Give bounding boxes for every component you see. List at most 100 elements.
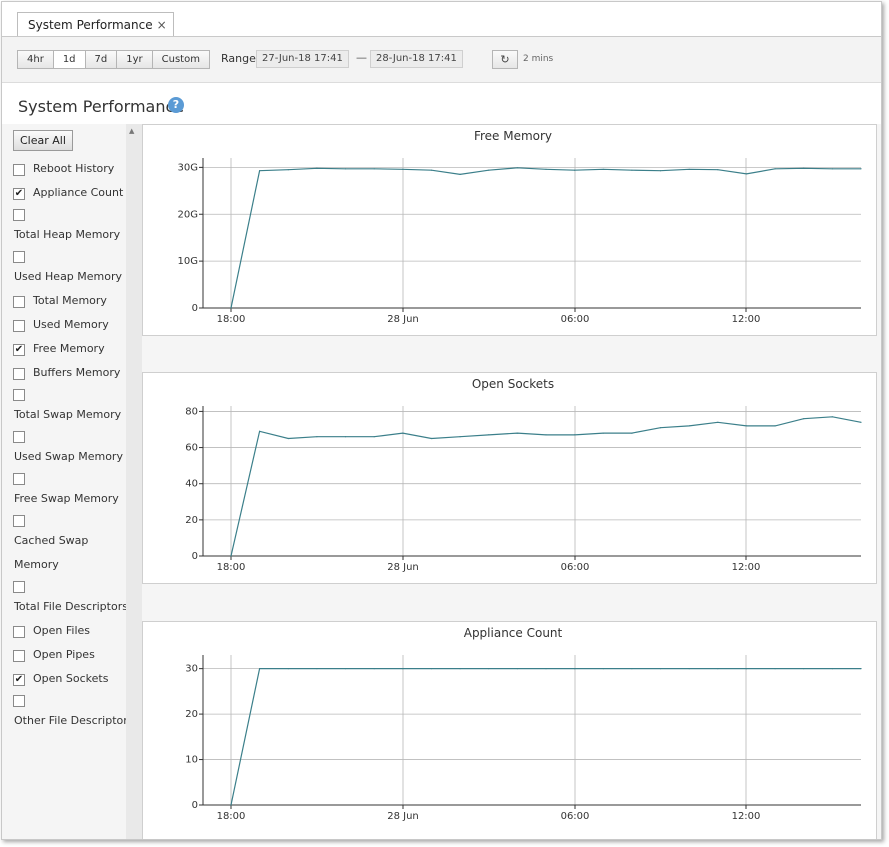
open-files-checkbox[interactable] bbox=[13, 626, 25, 638]
free-memory-xtick-label: 18:00 bbox=[217, 314, 246, 325]
appliance-count-point bbox=[373, 668, 375, 670]
open-sockets-point bbox=[659, 427, 662, 429]
cached-swap-memory-label-line2: Memory bbox=[14, 558, 59, 571]
appliance-count-point bbox=[545, 668, 547, 670]
total-heap-memory-checkbox[interactable] bbox=[13, 209, 25, 221]
appliance-count-point bbox=[631, 668, 633, 670]
scroll-up-icon[interactable]: ▲ bbox=[129, 127, 134, 135]
free-memory-point bbox=[516, 167, 518, 169]
clear-all-button[interactable]: Clear All bbox=[13, 130, 73, 151]
open-sockets-point bbox=[688, 425, 690, 427]
help-icon[interactable]: ? bbox=[168, 97, 184, 113]
free-swap-memory-checkbox[interactable] bbox=[13, 473, 25, 485]
free-memory-xtick-label: 06:00 bbox=[561, 314, 590, 325]
open-sockets-point bbox=[430, 437, 433, 440]
refresh-icon[interactable]: ↻ bbox=[492, 50, 518, 69]
free-memory-point bbox=[402, 168, 404, 170]
appliance-count-series-line bbox=[230, 667, 861, 806]
open-sockets-point bbox=[344, 436, 347, 438]
free-memory-point bbox=[659, 170, 662, 172]
appliance-count-point bbox=[717, 668, 719, 670]
appliance-count-point bbox=[860, 668, 862, 670]
free-memory-title: Free Memory bbox=[474, 129, 552, 143]
free-memory-point bbox=[602, 168, 604, 170]
appliance-count-ytick-label: 0 bbox=[192, 800, 198, 811]
range-start-field[interactable]: 27-Jun-18 17:41 bbox=[256, 50, 349, 68]
tab-bar: System Performance × bbox=[2, 2, 881, 37]
sidebar-scrollbar[interactable]: ▲ bbox=[126, 124, 142, 839]
reboot-history-checkbox[interactable] bbox=[13, 164, 25, 176]
total-memory-label: Total Memory bbox=[33, 294, 107, 307]
open-sockets-point bbox=[631, 432, 633, 434]
used-memory-label: Used Memory bbox=[33, 318, 109, 331]
appliance-count-xtick-label: 18:00 bbox=[217, 811, 246, 822]
other-file-descriptors-checkbox[interactable] bbox=[13, 695, 25, 707]
cached-swap-memory-label-line1: Cached Swap bbox=[14, 534, 89, 547]
free-memory-ytick-label: 20G bbox=[178, 209, 198, 220]
open-sockets-point bbox=[545, 434, 547, 436]
free-memory-chart-svg: Free Memory 0 10G 20G 30G 18:00 28 Jun 06:00 12:… bbox=[178, 129, 862, 325]
used-heap-memory-label: Used Heap Memory bbox=[14, 270, 123, 283]
free-memory-point bbox=[316, 167, 318, 169]
free-memory-point bbox=[230, 307, 232, 309]
metric-sidebar: Clear All Reboot History ✔ Appliance Cou… bbox=[2, 124, 134, 839]
free-memory-checkbox[interactable]: ✔ bbox=[13, 344, 25, 356]
total-file-descriptors-checkbox[interactable] bbox=[13, 581, 25, 593]
open-pipes-checkbox[interactable] bbox=[13, 650, 25, 662]
used-memory-checkbox[interactable] bbox=[13, 320, 25, 332]
range-label: Range bbox=[221, 52, 256, 65]
buffers-memory-checkbox[interactable] bbox=[13, 368, 25, 380]
range-separator: — bbox=[356, 51, 367, 64]
used-heap-memory-checkbox[interactable] bbox=[13, 251, 25, 263]
free-memory-xtick-label: 28 Jun bbox=[387, 314, 419, 325]
open-sockets-point bbox=[402, 432, 404, 434]
free-memory-point bbox=[631, 169, 633, 171]
free-memory-xtick-label: 12:00 bbox=[732, 314, 761, 325]
range-7d-button[interactable]: 7d bbox=[84, 50, 118, 69]
used-swap-memory-checkbox[interactable] bbox=[13, 431, 25, 443]
open-sockets-xtick-label: 28 Jun bbox=[387, 562, 419, 573]
range-end-field[interactable]: 28-Jun-18 17:41 bbox=[370, 50, 463, 68]
open-sockets-point bbox=[259, 430, 261, 432]
open-sockets-chart: Open Sockets 0 20 40 60 80 18:00 28 Jun 06:00 12:… bbox=[142, 372, 877, 584]
open-sockets-point bbox=[831, 416, 834, 418]
open-sockets-point bbox=[803, 418, 805, 420]
cached-swap-memory-checkbox[interactable] bbox=[13, 515, 25, 527]
appliance-count-label: Appliance Count bbox=[33, 186, 124, 199]
range-1d-button[interactable]: 1d bbox=[52, 50, 86, 69]
range-1yr-button[interactable]: 1yr bbox=[116, 50, 153, 69]
open-sockets-series-line bbox=[230, 416, 862, 557]
free-swap-memory-label: Free Swap Memory bbox=[14, 492, 119, 505]
tab-system-performance[interactable]: System Performance × bbox=[17, 12, 174, 36]
total-memory-checkbox[interactable] bbox=[13, 296, 25, 308]
open-sockets-point bbox=[287, 437, 289, 440]
range-custom-button[interactable]: Custom bbox=[151, 50, 210, 69]
toolbar: 4hr 1d 7d 1yr Custom Range 27-Jun-18 17:… bbox=[2, 37, 881, 83]
appliance-count-point bbox=[602, 668, 604, 670]
open-sockets-point bbox=[459, 436, 461, 438]
free-memory-point bbox=[459, 173, 461, 175]
free-memory-chart: Free Memory 0 10G 20G 30G 18:00 28 Jun 06:00 12:… bbox=[142, 124, 877, 336]
appliance-count-point bbox=[402, 668, 404, 670]
open-sockets-checkbox[interactable]: ✔ bbox=[13, 674, 25, 686]
free-memory-ytick-label: 30G bbox=[178, 162, 198, 173]
free-memory-point bbox=[831, 168, 834, 170]
appliance-count-ytick-label: 10 bbox=[185, 755, 198, 766]
free-memory-point bbox=[287, 169, 289, 171]
close-icon[interactable]: × bbox=[157, 18, 167, 32]
open-sockets-point bbox=[717, 421, 719, 423]
open-sockets-point bbox=[745, 425, 748, 427]
open-sockets-chart-svg: Open Sockets 0 20 40 60 80 18:00 28 Jun 06:00 12:… bbox=[185, 377, 862, 573]
free-memory-ytick-label: 0 bbox=[192, 303, 198, 314]
free-memory-point bbox=[717, 169, 719, 171]
range-4hr-button[interactable]: 4hr bbox=[17, 50, 54, 69]
total-swap-memory-checkbox[interactable] bbox=[13, 389, 25, 401]
refresh-interval: 2 mins bbox=[523, 54, 554, 64]
open-sockets-point bbox=[316, 436, 318, 438]
appliance-count-point bbox=[831, 668, 834, 670]
open-sockets-point bbox=[488, 434, 490, 436]
appliance-count-checkbox[interactable]: ✔ bbox=[13, 188, 25, 200]
page-title: System Performance bbox=[18, 97, 185, 116]
free-memory-point bbox=[745, 173, 748, 175]
free-memory-point bbox=[344, 168, 347, 170]
